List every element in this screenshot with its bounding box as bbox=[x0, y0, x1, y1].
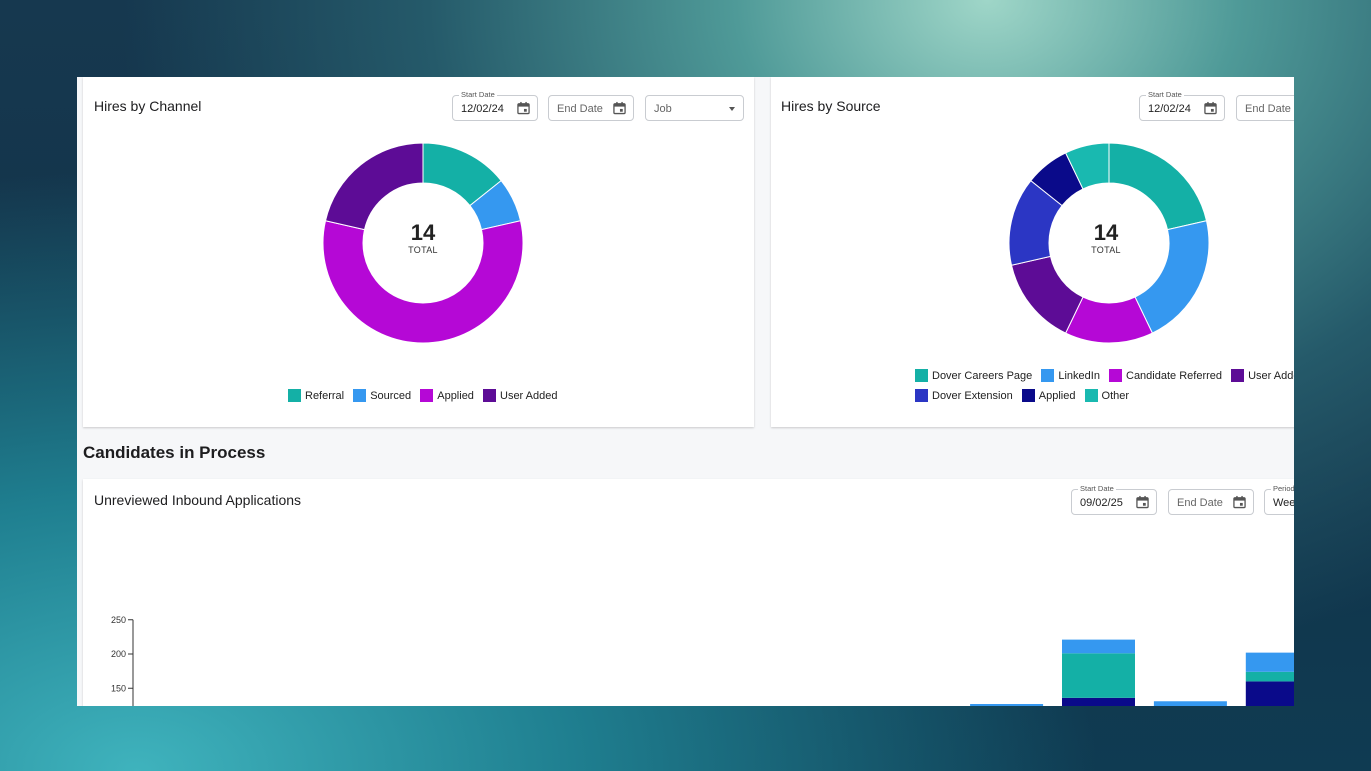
legend-label: Other bbox=[1101, 389, 1130, 402]
legend-item-candidate-referred[interactable]: Candidate Referred bbox=[1109, 369, 1222, 382]
bar-segment[interactable] bbox=[1062, 639, 1135, 654]
legend-item-sourced[interactable]: Sourced bbox=[353, 389, 411, 402]
legend: Dover Careers Page LinkedIn Candidate Re… bbox=[915, 369, 1294, 385]
legend-swatch bbox=[1041, 369, 1055, 382]
bar-segment[interactable] bbox=[1245, 652, 1294, 672]
legend-row-2: Dover Extension Applied Other bbox=[915, 389, 1135, 405]
legend-label: LinkedIn bbox=[1058, 369, 1100, 382]
hires-by-source-card: Hires by Source Start Date 12/02/24 End … bbox=[771, 77, 1294, 427]
dashboard: Hires by Channel Start Date 12/02/24 End… bbox=[77, 77, 1294, 706]
legend-swatch bbox=[1084, 389, 1098, 402]
donut-center: 14 TOTAL bbox=[383, 220, 463, 256]
legend-item-other[interactable]: Other bbox=[1084, 389, 1130, 402]
legend-swatch bbox=[288, 389, 301, 402]
bar-segment[interactable] bbox=[1245, 681, 1294, 706]
unreviewed-applications-card: Unreviewed Inbound Applications Start Da… bbox=[83, 479, 1294, 706]
legend-swatch bbox=[483, 389, 496, 402]
legend-swatch bbox=[1231, 369, 1245, 382]
y-tick-label: 150 bbox=[111, 683, 126, 693]
total-count: 14 bbox=[1093, 220, 1119, 245]
unreviewed-applications-bar-chart: 50100150200250 bbox=[111, 615, 1294, 706]
legend-label: Dover Extension bbox=[932, 389, 1013, 402]
legend-swatch bbox=[353, 389, 367, 402]
legend-item-referral[interactable]: Referral bbox=[288, 389, 344, 402]
bar-segment[interactable] bbox=[1062, 697, 1135, 706]
legend-swatch bbox=[1021, 389, 1035, 402]
legend-swatch bbox=[420, 389, 434, 402]
legend-label: Candidate Referred bbox=[1126, 369, 1223, 382]
legend-item-dover-extension[interactable]: Dover Extension bbox=[915, 389, 1013, 402]
donut-slice-linkedin[interactable] bbox=[1134, 220, 1210, 334]
y-tick-label: 200 bbox=[111, 649, 126, 659]
legend-label: User Added bbox=[1248, 369, 1294, 382]
section-title: Candidates in Process bbox=[83, 443, 266, 462]
legend-item-user-added[interactable]: User Added bbox=[483, 389, 557, 402]
legend-item-dover-careers-page[interactable]: Dover Careers Page bbox=[915, 369, 1032, 382]
legend-label: Dover Careers Page bbox=[932, 369, 1033, 382]
bar-segment[interactable] bbox=[970, 704, 1044, 706]
bar-segment[interactable] bbox=[1062, 653, 1135, 698]
y-tick-label: 250 bbox=[111, 615, 126, 625]
donut-slice-dover-careers-page[interactable] bbox=[1108, 142, 1208, 231]
legend-label: Referral bbox=[305, 389, 345, 402]
legend-swatch bbox=[915, 389, 928, 402]
legend-label: User Added bbox=[500, 389, 558, 402]
donut-slice-user-added[interactable] bbox=[324, 142, 424, 231]
legend-item-applied[interactable]: Applied bbox=[420, 389, 474, 402]
legend-item-user-added[interactable]: User Added bbox=[1231, 369, 1294, 382]
donut-center: 14 TOTAL bbox=[1066, 220, 1146, 256]
total-count: 14 bbox=[410, 220, 436, 245]
legend-swatch bbox=[1109, 369, 1122, 382]
legend-swatch bbox=[915, 369, 928, 382]
legend-item-applied[interactable]: Applied bbox=[1021, 389, 1076, 402]
legend-label: Sourced bbox=[370, 389, 412, 402]
legend: Referral Sourced Applied User Added bbox=[288, 389, 563, 405]
legend-label: Applied bbox=[1038, 389, 1076, 402]
hires-by-channel-card: Hires by Channel Start Date 12/02/24 End… bbox=[83, 77, 754, 427]
bar-segment[interactable] bbox=[1245, 671, 1294, 682]
legend-item-linkedin[interactable]: LinkedIn bbox=[1041, 369, 1100, 382]
total-label: TOTAL bbox=[1091, 245, 1121, 255]
total-label: TOTAL bbox=[408, 245, 438, 255]
bar-segment[interactable] bbox=[1153, 701, 1227, 706]
legend-label: Applied bbox=[437, 389, 474, 402]
